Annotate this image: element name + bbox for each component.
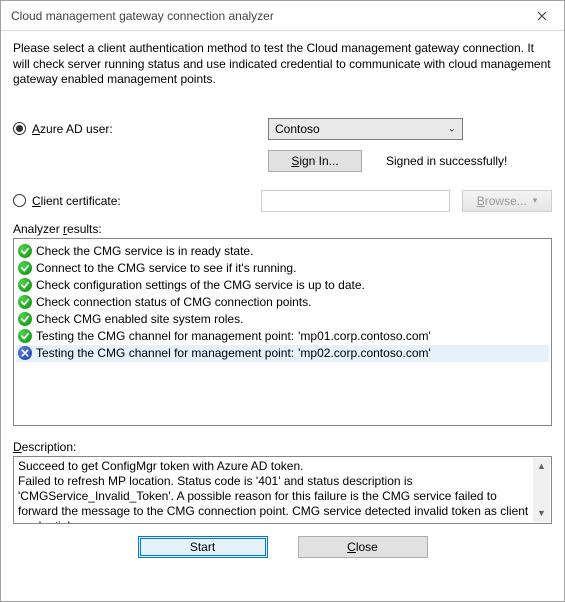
dialog-button-row: Start Close [13, 536, 552, 558]
result-row[interactable]: Connect to the CMG service to see if it'… [16, 260, 549, 277]
radio-azure-label: Azure AD user: [32, 122, 113, 136]
browse-label: Browse... [477, 194, 527, 208]
dropdown-triangle-icon: ▾ [533, 195, 538, 206]
check-fail-icon [18, 346, 32, 360]
dialog-content: Please select a client authentication me… [1, 31, 564, 568]
result-text: Check connection status of CMG connectio… [36, 295, 311, 309]
auth-cert-row: Client certificate: Browse... ▾ [13, 188, 552, 214]
result-text: Testing the CMG channel for management p… [36, 329, 294, 343]
close-label: Close [347, 540, 378, 554]
radio-client-certificate[interactable] [13, 194, 26, 207]
result-text: Check CMG enabled site system roles. [36, 312, 243, 326]
description-textbox[interactable]: Succeed to get ConfigMgr token with Azur… [13, 456, 552, 524]
start-label: Start [190, 540, 215, 554]
check-ok-icon [18, 312, 32, 326]
scroll-down-icon[interactable]: ▼ [533, 505, 550, 522]
browse-button: Browse... ▾ [462, 190, 552, 212]
azure-tenant-selected: Contoso [275, 122, 320, 136]
sign-in-button[interactable]: Sign In... [268, 150, 362, 172]
result-text: Check configuration settings of the CMG … [36, 278, 365, 292]
client-certificate-input [261, 190, 450, 212]
result-row[interactable]: Check connection status of CMG connectio… [16, 294, 549, 311]
check-ok-icon [18, 244, 32, 258]
auth-azure-row: Azure AD user: Contoso ⌄ [13, 116, 552, 142]
description-scrollbar[interactable]: ▲ ▼ [533, 458, 550, 522]
result-text: Check the CMG service is in ready state. [36, 244, 253, 258]
result-text: Testing the CMG channel for management p… [36, 346, 294, 360]
result-management-point: 'mp02.corp.contoso.com' [298, 346, 431, 360]
signin-row: Sign In... Signed in successfully! [13, 150, 552, 172]
description-text: Succeed to get ConfigMgr token with Azur… [18, 459, 531, 524]
radio-azure-ad-user[interactable] [13, 122, 26, 135]
check-ok-icon [18, 329, 32, 343]
result-row[interactable]: Check CMG enabled site system roles. [16, 311, 549, 328]
results-listbox[interactable]: Check the CMG service is in ready state.… [13, 238, 552, 426]
description-label: Description: [13, 440, 552, 454]
azure-tenant-combobox[interactable]: Contoso ⌄ [268, 118, 463, 140]
close-icon [537, 11, 547, 21]
titlebar: Cloud management gateway connection anal… [1, 1, 564, 31]
result-row[interactable]: Check configuration settings of the CMG … [16, 277, 549, 294]
result-text: Connect to the CMG service to see if it'… [36, 261, 296, 275]
sign-in-label: Sign In... [291, 154, 338, 168]
window-title: Cloud management gateway connection anal… [11, 9, 274, 23]
result-row[interactable]: Testing the CMG channel for management p… [16, 345, 549, 362]
check-ok-icon [18, 261, 32, 275]
results-label: Analyzer results: [13, 222, 552, 236]
radio-cert-label: Client certificate: [32, 194, 121, 208]
scroll-up-icon[interactable]: ▲ [533, 458, 550, 475]
check-ok-icon [18, 278, 32, 292]
result-row[interactable]: Check the CMG service is in ready state. [16, 243, 549, 260]
check-ok-icon [18, 295, 32, 309]
window-close-button[interactable] [519, 1, 564, 30]
close-button[interactable]: Close [298, 536, 428, 558]
result-row[interactable]: Testing the CMG channel for management p… [16, 328, 549, 345]
intro-text: Please select a client authentication me… [13, 41, 552, 88]
signed-in-status: Signed in successfully! [386, 154, 507, 168]
result-management-point: 'mp01.corp.contoso.com' [298, 329, 431, 343]
chevron-down-icon: ⌄ [448, 123, 456, 134]
start-button[interactable]: Start [138, 536, 268, 558]
